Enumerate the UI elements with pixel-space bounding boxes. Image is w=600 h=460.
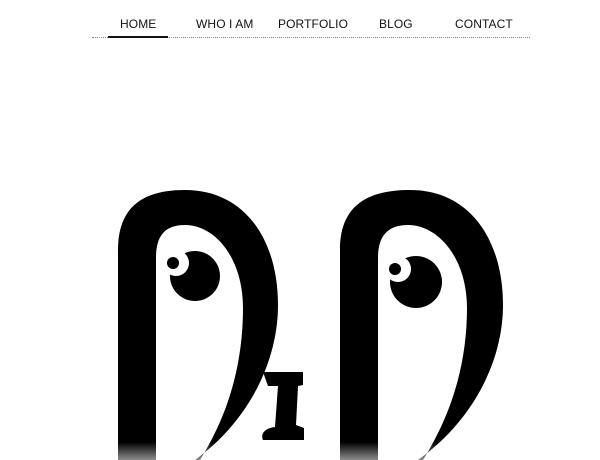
right-eye-icon <box>340 190 503 460</box>
left-eye-icon <box>118 190 278 460</box>
nose-mark <box>262 372 304 440</box>
nav-contact[interactable]: CONTACT <box>455 17 513 33</box>
dd-eyes-logo <box>118 190 503 460</box>
nav-blog[interactable]: BLOG <box>379 17 413 33</box>
main-nav: HOME WHO I AM PORTFOLIO BLOG CONTACT <box>92 0 530 38</box>
page: HOME WHO I AM PORTFOLIO BLOG CONTACT <box>0 0 600 460</box>
nav-who-i-am[interactable]: WHO I AM <box>196 17 253 33</box>
nav-portfolio[interactable]: PORTFOLIO <box>278 17 348 33</box>
nav-home[interactable]: HOME <box>107 17 169 38</box>
